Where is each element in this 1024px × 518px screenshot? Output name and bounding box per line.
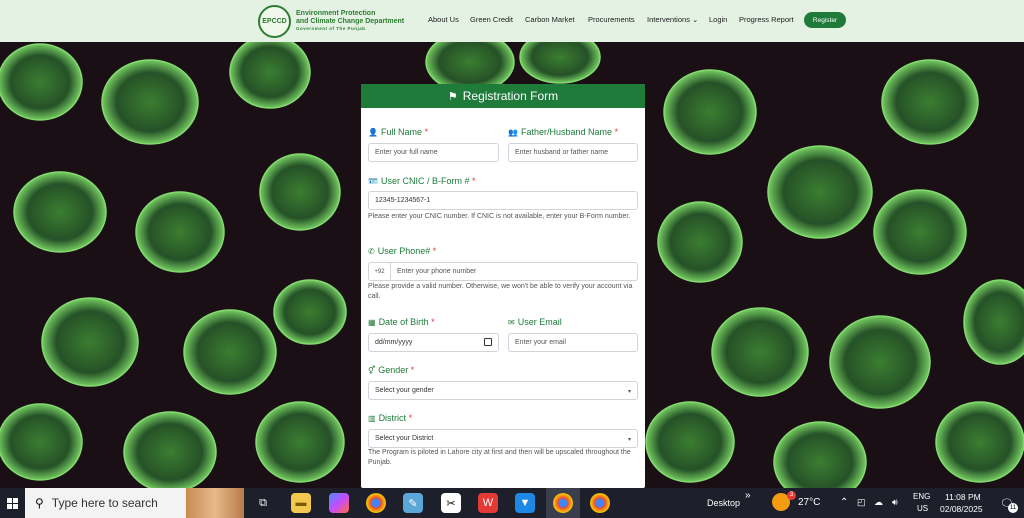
cloud-icon[interactable]: ☁ — [874, 497, 883, 508]
phone-placeholder: Enter your phone number — [397, 268, 477, 275]
calendar-icon: ▦ — [368, 318, 376, 327]
gender-select[interactable]: Select your gender ▾ — [368, 381, 638, 400]
org-subtitle: Government of The Punjab — [296, 26, 366, 32]
phone-label: ✆ User Phone# * — [368, 246, 437, 256]
register-button[interactable]: Register — [804, 12, 846, 28]
father-name-label: 👥 Father/Husband Name * — [508, 127, 619, 137]
toolbar-expand-icon[interactable]: » — [745, 490, 751, 501]
district-help-text: The Program is piloted in Lahore city at… — [368, 449, 631, 467]
nav-progress-report[interactable]: Progress Report — [739, 15, 794, 24]
search-icon: ⚲ — [35, 496, 44, 510]
cnic-label: 🪪 User CNIC / B-Form # * — [368, 176, 476, 186]
flag-icon: ⚑ — [447, 90, 458, 103]
capcut-icon[interactable]: ✂ — [441, 493, 461, 513]
district-select[interactable]: Select your District ▾ — [368, 429, 638, 448]
wps-office-icon[interactable]: W — [478, 493, 498, 513]
nav-green-credit[interactable]: Green Credit — [470, 15, 513, 24]
chevron-down-icon: ▾ — [627, 437, 631, 443]
email-input[interactable]: Enter your email — [508, 333, 638, 352]
building-icon: ▥ — [368, 414, 376, 423]
country-code-prefix: +92 — [369, 263, 391, 280]
start-button[interactable] — [0, 488, 24, 518]
phone-input[interactable]: +92 Enter your phone number — [368, 262, 638, 281]
phone-icon: ✆ — [368, 247, 375, 256]
gender-icon: ⚥ — [368, 366, 376, 375]
form-title: Registration Form — [462, 89, 559, 103]
cnic-input[interactable]: 12345-1234567-1 — [368, 191, 638, 210]
keyboard-region[interactable]: US — [917, 504, 928, 513]
form-header: ⚑ Registration Form — [361, 84, 645, 108]
weather-alert-badge: 3 — [787, 491, 796, 500]
district-label: ▥ District * — [368, 413, 413, 423]
nav-login[interactable]: Login — [709, 15, 727, 24]
father-name-input[interactable]: Enter husband or father name — [508, 143, 638, 162]
notification-count-badge: 11 — [1008, 503, 1018, 513]
meet-now-icon[interactable]: ◰ — [857, 497, 866, 508]
clock-time[interactable]: 11:08 PM — [945, 492, 981, 502]
dob-input[interactable]: dd/mm/yyyy — [368, 333, 499, 352]
nav-interventions[interactable]: Interventions ⌄ — [647, 15, 698, 24]
weather-temperature[interactable]: 27°C — [798, 497, 820, 508]
chrome-icon[interactable] — [366, 493, 386, 513]
site-logo[interactable]: EPCCD Environment Protection and Climate… — [258, 4, 404, 38]
clock-date[interactable]: 02/08/2025 — [940, 504, 983, 514]
email-label: ✉ User Email — [508, 317, 562, 327]
taskbar-search-box[interactable]: ⚲ Type here to search — [25, 488, 244, 518]
gender-label: ⚥ Gender * — [368, 365, 415, 375]
chrome-profile-icon[interactable] — [590, 493, 610, 513]
envelope-icon: ✉ — [508, 318, 515, 327]
nav-carbon-market[interactable]: Carbon Market — [525, 15, 575, 24]
nav-about-us[interactable]: About Us — [428, 15, 459, 24]
cnic-help-text: Please enter your CNIC number. If CNIC i… — [368, 213, 631, 220]
department-emblem: EPCCD — [258, 4, 291, 38]
tray-chevron-up-icon[interactable]: ⌃ — [840, 497, 848, 508]
search-highlight-image — [186, 488, 244, 518]
registration-form: ⚑ Registration Form 👤 Full Name * Enter y… — [361, 84, 645, 488]
chrome-active-icon[interactable] — [553, 493, 573, 513]
search-placeholder: Type here to search — [51, 496, 158, 510]
windows-taskbar: ⚲ Type here to search ⧉ ▬ ✎ ✂ W ▼ Deskto… — [0, 488, 1024, 518]
vpn-app-icon[interactable]: ▼ — [515, 493, 535, 513]
org-name-line1: Environment Protection — [296, 9, 376, 17]
desktop-toolbar-label[interactable]: Desktop — [707, 498, 740, 508]
calendar-picker-icon[interactable] — [484, 338, 492, 346]
chevron-down-icon: ▾ — [627, 389, 631, 395]
language-code[interactable]: ENG — [913, 492, 930, 501]
file-explorer-icon[interactable]: ▬ — [291, 493, 311, 513]
volume-icon[interactable]: 🔊︎ — [892, 497, 898, 508]
nav-procurements[interactable]: Procurements — [588, 15, 635, 24]
windows-logo-icon — [6, 497, 18, 509]
copilot-icon[interactable] — [329, 493, 349, 513]
dob-label: ▦ Date of Birth * — [368, 317, 435, 327]
full-name-input[interactable]: Enter your full name — [368, 143, 499, 162]
site-header: EPCCD Environment Protection and Climate… — [0, 0, 1024, 42]
notepad-icon[interactable]: ✎ — [403, 493, 423, 513]
users-icon: 👥 — [508, 128, 518, 137]
task-view-icon[interactable]: ⧉ — [253, 493, 273, 513]
phone-help-text: Please provide a valid number. Otherwise… — [368, 283, 633, 301]
org-name-line2: and Climate Change Department — [296, 17, 405, 25]
user-icon: 👤 — [368, 128, 378, 137]
full-name-label: 👤 Full Name * — [368, 127, 429, 137]
id-card-icon: 🪪 — [368, 177, 378, 186]
